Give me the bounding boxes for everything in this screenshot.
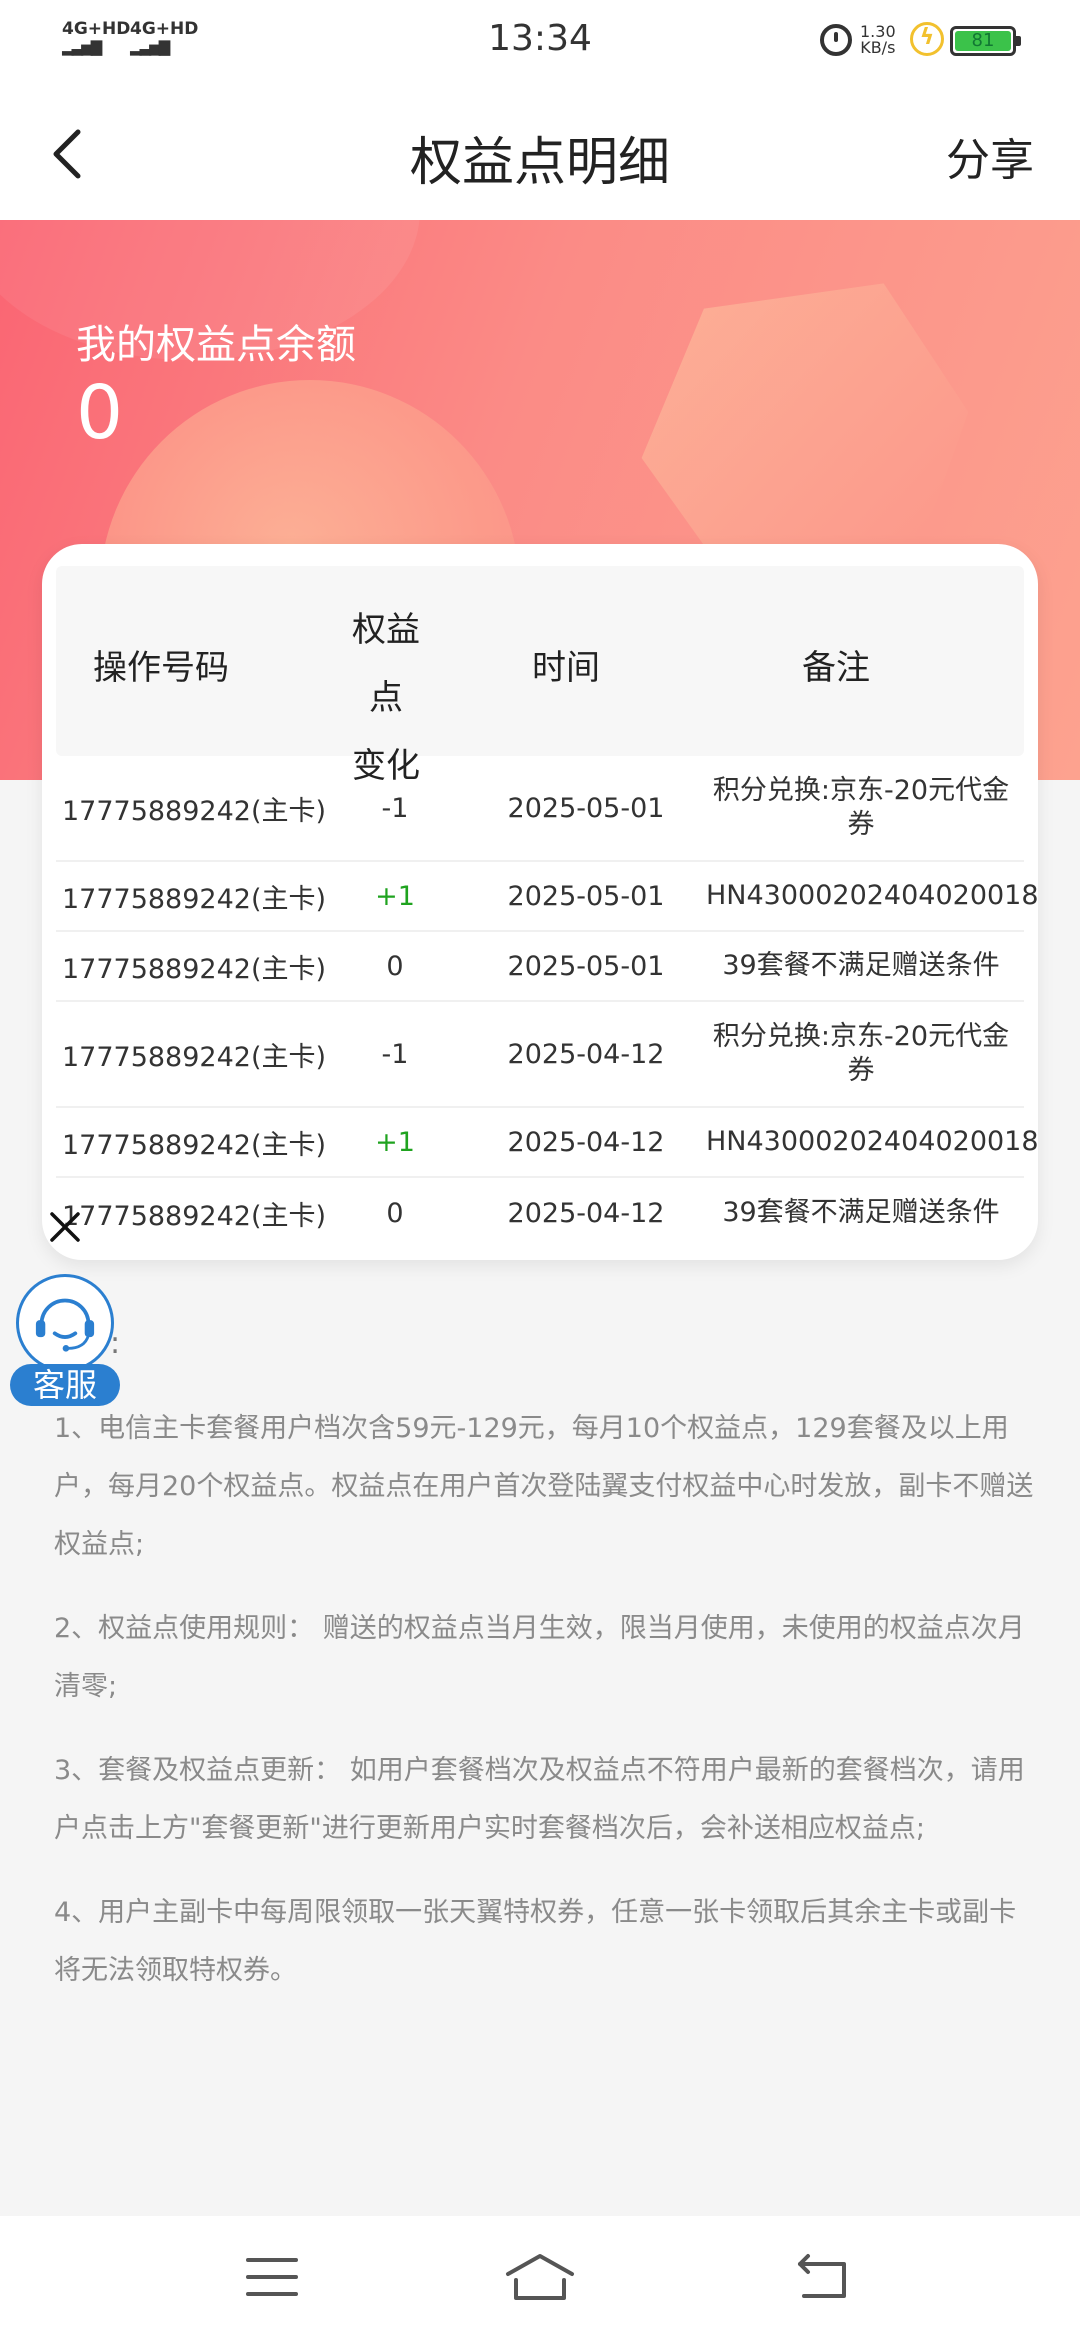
table-row: 17775889242(主卡) -1 2025-04-12 积分兑换:京东-20… <box>56 1002 1024 1108</box>
cell-note-text: 39套餐不满足赠送条件 <box>722 950 1000 981</box>
table-row: 17775889242(主卡) -1 2025-05-01 积分兑换:京东-20… <box>56 756 1024 862</box>
table-row: 17775889242(主卡) 0 2025-05-01 39套餐不满足赠送条件 <box>56 932 1024 1002</box>
cell-number: 17775889242(主卡) <box>61 1041 327 1073</box>
cell-change: 0 <box>386 950 404 982</box>
balance-label: 我的权益点余额 <box>76 322 356 368</box>
page-title: 权益点明细 <box>409 133 670 193</box>
cell-number: 17775889242(主卡) <box>61 1129 327 1161</box>
header-points-change-line1: 权益点 <box>352 610 420 718</box>
cell-note: 积分兑换:京东-20元代金券 <box>698 1002 1024 1106</box>
status-bar: 4G+HD ▂▃▅▇ 4G+HD ▂▃▅▇ 13:34 1.30 KB/s ϟ … <box>0 0 1080 84</box>
headset-icon <box>35 1298 95 1352</box>
rule-item: 2、权益点使用规则： 赠送的权益点当月生效，限当月使用，未使用的权益点次月清零; <box>54 1613 1025 1702</box>
header-operation-number: 操作号码 <box>93 648 229 688</box>
cell-note-text: 积分兑换:京东-20元代金券 <box>712 775 1010 840</box>
home-icon[interactable] <box>504 2252 576 2302</box>
cell-note: HN43000202404020018 <box>698 1108 1038 1176</box>
menu-icon[interactable] <box>244 2252 300 2302</box>
network-speed: 1.30 KB/s <box>860 24 896 56</box>
nav-bar: 权益点明细 分享 <box>0 84 1080 220</box>
cell-note: 39套餐不满足赠送条件 <box>698 1178 1024 1248</box>
cell-number: 17775889242(主卡) <box>61 953 327 985</box>
cell-note: 39套餐不满足赠送条件 <box>698 932 1024 1000</box>
cell-time: 2025-04-12 <box>507 1197 665 1229</box>
cell-time: 2025-05-01 <box>507 950 665 982</box>
cell-note-text: 积分兑换:京东-20元代金券 <box>712 1021 1010 1086</box>
share-button[interactable]: 分享 <box>946 124 1034 188</box>
alarm-icon <box>820 24 852 56</box>
cell-number: 17775889242(主卡) <box>61 1200 327 1232</box>
cell-note: 积分兑换:京东-20元代金券 <box>698 756 1024 860</box>
cell-time: 2025-04-12 <box>507 1126 665 1158</box>
cell-time: 2025-05-01 <box>507 880 665 912</box>
customer-service-icon <box>16 1274 114 1372</box>
close-icon[interactable] <box>48 1210 82 1244</box>
cell-number: 17775889242(主卡) <box>61 795 327 827</box>
header-note: 备注 <box>802 648 870 688</box>
customer-service-button[interactable]: 客服 <box>10 1274 120 1410</box>
table-row: 17775889242(主卡) +1 2025-05-01 HN43000202… <box>56 862 1038 932</box>
cell-time: 2025-04-12 <box>507 1038 665 1070</box>
table-body: 17775889242(主卡) -1 2025-05-01 积分兑换:京东-20… <box>56 756 1038 1248</box>
charging-bolt-icon: ϟ <box>910 22 944 56</box>
cell-number: 17775889242(主卡) <box>61 883 327 915</box>
cell-note-text: HN43000202404020018 <box>706 1126 1038 1157</box>
cell-note: HN43000202404020018 <box>698 862 1038 930</box>
cell-time: 2025-05-01 <box>507 792 665 824</box>
rule-item: 3、套餐及权益点更新： 如用户套餐档次及权益点不符用户最新的套餐档次，请用户点击… <box>54 1755 1025 1844</box>
cell-change: -1 <box>381 1038 409 1070</box>
rules-section: 1、电信主卡套餐用户档次含59元-129元，每月10个权益点，129套餐及以上用… <box>54 1400 1034 2026</box>
cell-change: -1 <box>381 792 409 824</box>
back-icon[interactable] <box>794 2252 850 2302</box>
cell-note-text: 39套餐不满足赠送条件 <box>722 1197 1000 1228</box>
rule-item: 1、电信主卡套餐用户档次含59元-129元，每月10个权益点，129套餐及以上用… <box>54 1413 1034 1560</box>
battery-icon: 81 <box>950 26 1021 56</box>
points-detail-card: 操作号码 权益点 变化 时间 备注 17775889242(主卡) -1 202… <box>42 544 1038 1260</box>
customer-service-label: 客服 <box>10 1364 120 1406</box>
cell-change: +1 <box>375 880 415 912</box>
network-speed-unit: KB/s <box>860 38 896 57</box>
cell-change: 0 <box>386 1197 404 1229</box>
rule-item: 4、用户主副卡中每周限领取一张天翼特权券，任意一张卡领取后其余主卡或副卡将无法领… <box>54 1897 1017 1986</box>
table-header: 操作号码 权益点 变化 时间 备注 <box>56 566 1024 786</box>
system-nav-bar <box>0 2216 1080 2340</box>
table-row: 17775889242(主卡) +1 2025-04-12 HN43000202… <box>56 1108 1038 1178</box>
balance-value: 0 <box>76 370 124 456</box>
cell-note-text: HN43000202404020018 <box>706 880 1038 911</box>
battery-level: 81 <box>955 31 1011 51</box>
cell-change: +1 <box>375 1126 415 1158</box>
header-time: 时间 <box>532 648 600 688</box>
table-row: 17775889242(主卡) 0 2025-04-12 39套餐不满足赠送条件 <box>56 1178 1024 1248</box>
